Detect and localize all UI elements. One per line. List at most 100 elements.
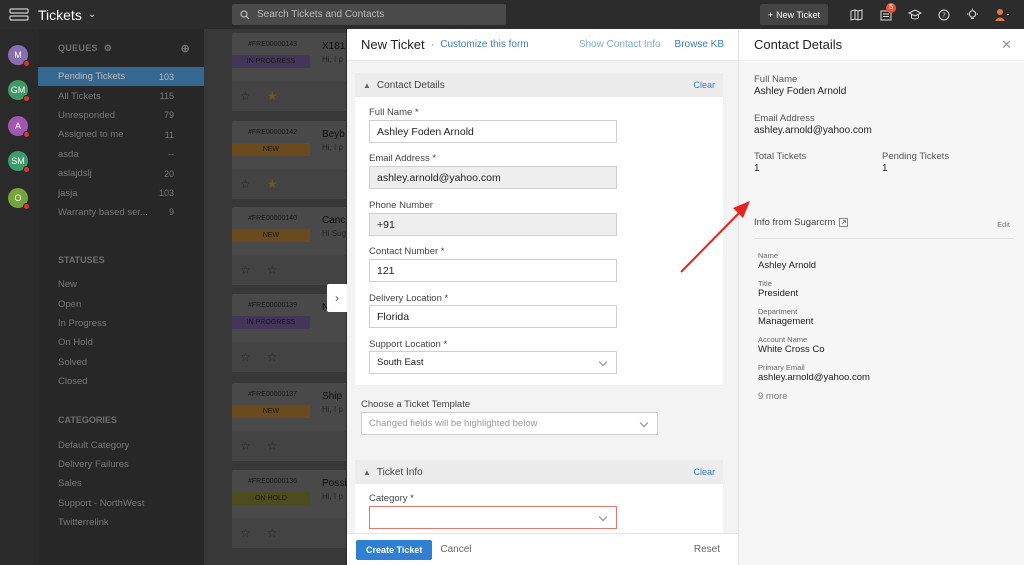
ticket-template-select[interactable]: Changed fields will be highlighted below xyxy=(361,412,658,435)
module-switcher[interactable]: Tickets ⌄ xyxy=(38,7,96,23)
cancel-button[interactable]: Cancel xyxy=(440,544,471,555)
agent-rail: M GM A SM O xyxy=(0,29,38,565)
notification-badge: 5 xyxy=(886,3,896,13)
crm-field-value: Management xyxy=(758,316,814,327)
show-contact-info-link[interactable]: Show Contact Info xyxy=(579,39,661,50)
full-name-field[interactable]: Ashley Foden Arnold xyxy=(369,120,617,143)
menu-icon[interactable] xyxy=(0,0,38,29)
contact-details-panel: Contact Details ✕ Full Name Ashley Foden… xyxy=(738,29,1024,565)
category-select[interactable] xyxy=(369,506,617,529)
clear-link[interactable]: Clear xyxy=(693,80,715,90)
status-dot xyxy=(23,203,30,210)
status-dot xyxy=(23,60,30,67)
pending-tickets-label: Pending Tickets xyxy=(882,151,950,162)
crm-info-title: Info from Sugarcrm xyxy=(754,217,836,228)
section-header[interactable]: ▲ Contact Details Clear xyxy=(355,73,723,97)
clear-link[interactable]: Clear xyxy=(693,467,715,477)
crm-field-label: Name xyxy=(758,251,779,260)
avatar[interactable]: A xyxy=(8,116,30,138)
new-ticket-header: New Ticket · Customize this form Show Co… xyxy=(347,29,738,61)
avatar[interactable]: SM xyxy=(8,151,30,173)
new-ticket-panel: New Ticket · Customize this form Show Co… xyxy=(347,29,738,565)
svg-text:?: ? xyxy=(942,11,946,19)
customize-form-link[interactable]: Customize this form xyxy=(440,39,528,50)
contact-details-header: Contact Details ✕ xyxy=(739,29,1024,61)
chevron-right-icon: › xyxy=(335,291,339,305)
crm-field-value: President xyxy=(758,288,799,299)
app-title: Tickets xyxy=(38,6,82,23)
chevron-down-icon: ⌄ xyxy=(87,9,97,20)
status-dot xyxy=(23,131,30,138)
collapse-panel-button[interactable]: › xyxy=(327,284,347,312)
collapse-caret-icon: ▲ xyxy=(363,80,371,90)
contact-details-body: Full Name Ashley Foden Arnold Email Addr… xyxy=(739,62,1024,565)
form-footer: Create Ticket Cancel Reset xyxy=(347,533,738,565)
section-title: Contact Details xyxy=(376,79,445,91)
search-placeholder: Search Tickets and Contacts xyxy=(257,9,385,20)
template-label: Choose a Ticket Template xyxy=(361,399,471,410)
phone-field[interactable]: +91 xyxy=(369,213,617,236)
search-input[interactable]: Search Tickets and Contacts xyxy=(232,4,506,25)
avatar-initials: GM xyxy=(10,85,26,95)
avatar[interactable]: O xyxy=(8,188,30,210)
total-tickets-label: Total Tickets xyxy=(754,151,807,162)
crm-field-value: Ashley Arnold xyxy=(758,260,817,271)
status-dot xyxy=(23,95,30,102)
crm-field-label: Primary Email xyxy=(758,363,805,372)
plus-icon: + xyxy=(767,9,774,20)
section-title: Ticket Info xyxy=(376,466,423,478)
email-field[interactable]: ashley.arnold@yahoo.com xyxy=(369,166,617,189)
avatar[interactable]: GM xyxy=(8,80,30,102)
field-label: Delivery Location * xyxy=(369,293,449,304)
reset-button[interactable]: Reset xyxy=(694,544,720,555)
separator-dot: · xyxy=(430,38,435,51)
collapse-caret-icon: ▲ xyxy=(363,467,371,477)
field-label: Full Name * xyxy=(369,107,419,118)
panel-title: New Ticket xyxy=(361,37,425,52)
lightbulb-icon[interactable] xyxy=(958,0,987,29)
show-more-link[interactable]: 9 more xyxy=(758,391,788,402)
book-icon[interactable] xyxy=(842,0,871,29)
edit-link[interactable]: Edit xyxy=(997,220,1010,229)
browse-kb-link[interactable]: Browse KB xyxy=(675,39,724,50)
contact-details-section: ▲ Contact Details Clear Full Name * Ashl… xyxy=(355,73,723,385)
help-icon[interactable]: ? xyxy=(929,0,958,29)
create-ticket-button[interactable]: Create Ticket xyxy=(356,539,433,560)
modal-overlay[interactable] xyxy=(38,29,347,565)
section-header[interactable]: ▲ Ticket Info Clear xyxy=(355,460,723,484)
new-ticket-button[interactable]: + New Ticket xyxy=(760,4,828,25)
total-tickets-value: 1 xyxy=(754,163,760,174)
crm-field-label: Account Name xyxy=(758,335,808,344)
notifications-icon[interactable]: 5 xyxy=(871,0,900,29)
avatar[interactable]: M xyxy=(8,45,30,67)
field-label: Email Address * xyxy=(369,153,437,164)
avatar-initials: SM xyxy=(11,156,25,166)
top-bar: Tickets ⌄ Search Tickets and Contacts + … xyxy=(0,0,1024,29)
avatar-initials: O xyxy=(14,193,22,203)
avatar-initials: A xyxy=(14,121,21,131)
field-label: Contact Number * xyxy=(369,246,445,257)
crm-field-label: Department xyxy=(758,307,798,316)
category-label: Category * xyxy=(369,493,414,504)
crm-field-value: ashley.arnold@yahoo.com xyxy=(758,372,870,383)
crm-info-header: Info from Sugarcrm xyxy=(754,217,849,228)
graduation-cap-icon[interactable] xyxy=(900,0,929,29)
divider xyxy=(754,238,1014,239)
status-dot xyxy=(23,166,30,173)
full-name-value: Ashley Foden Arnold xyxy=(754,86,847,97)
support-location-select[interactable]: South East xyxy=(369,351,617,374)
search-icon xyxy=(240,9,250,19)
contact-number-field[interactable]: 121 xyxy=(369,259,617,282)
delivery-location-field[interactable]: Florida xyxy=(369,305,617,328)
close-icon[interactable]: ✕ xyxy=(1001,37,1012,53)
new-ticket-label: New Ticket xyxy=(776,9,821,20)
field-label: Phone Number xyxy=(369,200,433,211)
full-name-label: Full Name xyxy=(754,74,798,85)
panel-title: Contact Details xyxy=(754,37,843,52)
email-value: ashley.arnold@yahoo.com xyxy=(754,125,872,136)
field-label: Support Location * xyxy=(369,339,448,350)
user-avatar-icon[interactable] xyxy=(987,0,1016,29)
ticket-info-section: ▲ Ticket Info Clear Category * xyxy=(355,460,723,533)
email-label: Email Address xyxy=(754,113,815,124)
external-link-icon[interactable] xyxy=(839,218,849,227)
